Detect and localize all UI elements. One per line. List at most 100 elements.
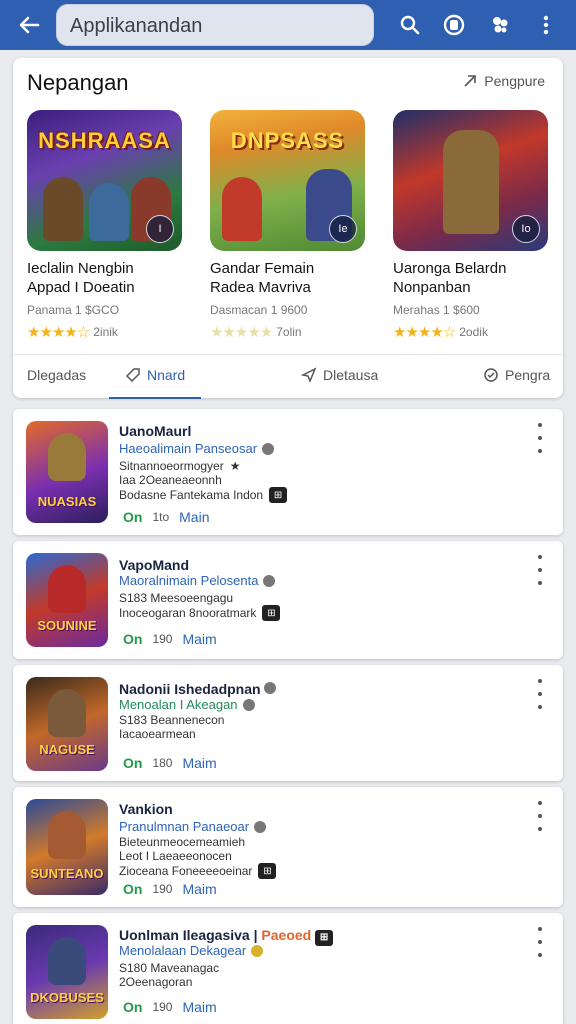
- verified-icon: [263, 574, 276, 587]
- tab-dlegadas[interactable]: Dlegadas: [27, 367, 86, 383]
- verified-icon: [262, 442, 275, 455]
- app-logo: DKOBUSES: [30, 990, 104, 1005]
- install-button[interactable]: On: [123, 999, 142, 1015]
- app-logo: NAGUSE: [39, 742, 95, 757]
- game-thumbnail: NSHRAASA I: [27, 110, 182, 251]
- character-figure: [48, 565, 86, 613]
- game-badge: Ie: [329, 215, 357, 243]
- app-actions: On 190 Maim: [123, 631, 217, 647]
- star-icon: ★: [229, 459, 241, 473]
- app-detail: 2Oeenagoran: [119, 975, 193, 989]
- section-link-label: Pengpure: [484, 73, 545, 89]
- main-link[interactable]: Maim: [182, 631, 216, 647]
- list-item[interactable]: NUASIAS UanoMaurl Haeoalimain Panseosar …: [13, 409, 563, 535]
- app-logo: SUNTEANO: [30, 866, 104, 881]
- chat-icon: [484, 368, 498, 382]
- item-more-button[interactable]: [533, 423, 547, 453]
- featured-game-card[interactable]: DNPSASS Ie Gandar Femain Radea Mavriva Da…: [210, 110, 368, 341]
- app-logo: SOUNINE: [37, 618, 97, 633]
- main-link[interactable]: Maim: [182, 755, 216, 771]
- app-developer: Haeoalimain Panseosar: [119, 441, 275, 456]
- overflow-menu-button[interactable]: [532, 11, 560, 39]
- game-meta: Merahas 1 $600: [393, 303, 480, 317]
- tab-nnard[interactable]: Nnard: [125, 367, 185, 383]
- character-figure: [443, 130, 499, 234]
- app-detail: Bodasne Fantekama Indon ⊞: [119, 487, 288, 503]
- section-link[interactable]: Pengpure: [462, 73, 545, 89]
- item-more-button[interactable]: [533, 927, 547, 957]
- main-link[interactable]: Maim: [182, 881, 216, 897]
- list-item[interactable]: NAGUSE Nadonii Ishedadpnan Menoalan I Ak…: [13, 665, 563, 781]
- game-logo: NSHRAASA: [38, 128, 171, 153]
- app-detail: S183 Meesoeengagu: [119, 591, 234, 605]
- app-icon-image: SOUNINE: [26, 553, 108, 647]
- game-badge: I: [146, 215, 174, 243]
- app-icon-image: NUASIAS: [26, 421, 108, 523]
- featured-section: Nepangan Pengpure NSHRAASA I Ieclalin Ne…: [13, 58, 563, 399]
- install-count: 190: [152, 632, 173, 646]
- section-title: Nepangan: [27, 70, 129, 95]
- item-more-button[interactable]: [533, 555, 547, 585]
- app-actions: On 1to Main: [123, 509, 210, 525]
- app-detail: Inoceogaran 8nooratmark ⊞: [119, 605, 281, 621]
- tab-pengra[interactable]: Pengra: [483, 367, 550, 383]
- app-name: Nadonii Ishedadpnan: [119, 681, 277, 697]
- character-figure: [222, 177, 262, 241]
- verified-icon: [264, 682, 277, 694]
- item-more-button[interactable]: [533, 801, 547, 831]
- character-figure: [48, 937, 86, 985]
- install-count: 190: [152, 882, 173, 896]
- game-rating: ★★★★★ 7olin: [210, 324, 302, 341]
- game-thumbnail: DNPSASS Ie: [210, 110, 365, 251]
- app-detail: Bieteunmeocemeamieh: [119, 835, 246, 849]
- search-input[interactable]: [68, 4, 368, 48]
- game-logo: DNPSASS: [230, 128, 345, 153]
- verified-icon: [242, 698, 255, 711]
- main-link[interactable]: Maim: [182, 999, 216, 1015]
- app-developer: Pranulmnan Panaeoar: [119, 819, 267, 834]
- character-figure: [48, 433, 86, 481]
- tab-dletausa[interactable]: Dletausa: [301, 367, 378, 383]
- character-figure: [48, 689, 86, 737]
- install-button[interactable]: On: [123, 881, 142, 897]
- game-name: Ieclalin Nengbin Appad I Doeatin: [27, 260, 135, 296]
- app-icon-image: NAGUSE: [26, 677, 108, 771]
- app-icon: [443, 14, 465, 36]
- app-actions: On 180 Maim: [123, 755, 217, 771]
- app-detail: Zioceana Foneeeeoeinar ⊞: [119, 863, 277, 879]
- controller-icon: ⊞: [262, 605, 281, 621]
- featured-game-card[interactable]: NSHRAASA I Ieclalin Nengbin Appad I Doeat…: [27, 110, 185, 341]
- top-app-bar: [0, 0, 576, 50]
- game-badge: Io: [512, 215, 540, 243]
- app-detail: Leot I Laeaeeonocen: [119, 849, 232, 863]
- verified-icon: [251, 944, 264, 957]
- app-name: VapoMand: [119, 557, 190, 573]
- app-developer: Maoralnimain Pelosenta: [119, 573, 276, 588]
- game-name: Uaronga Belardn Nonpanban: [393, 260, 507, 296]
- install-button[interactable]: On: [123, 755, 142, 771]
- list-item[interactable]: SOUNINE VapoMand Maoralnimain Pelosenta …: [13, 541, 563, 659]
- install-button[interactable]: On: [123, 509, 142, 525]
- app-developer: Menoalan I Akeagan: [119, 697, 255, 712]
- search-button[interactable]: [396, 11, 424, 39]
- item-more-button[interactable]: [533, 679, 547, 709]
- game-meta: Panama 1 $GCO: [27, 303, 120, 317]
- list-item[interactable]: DKOBUSES Uonlman Ileagasiva | Paeoed ⊞ M…: [13, 913, 563, 1024]
- star-rating-icon: ★★★★☆: [393, 324, 456, 341]
- character-figure: [43, 177, 83, 241]
- featured-game-card[interactable]: Io Uaronga Belardn Nonpanban Merahas 1 $6…: [393, 110, 551, 341]
- character-figure: [89, 183, 129, 241]
- send-icon: [301, 367, 317, 383]
- search-field[interactable]: [56, 4, 374, 48]
- game-rating: ★★★★☆ 2odik: [393, 324, 488, 341]
- back-button[interactable]: [14, 12, 44, 38]
- character-figure: [48, 811, 86, 859]
- list-item[interactable]: SUNTEANO Vankion Pranulmnan Panaeoar Bie…: [13, 787, 563, 907]
- app-button[interactable]: [440, 11, 468, 39]
- main-link[interactable]: Main: [179, 509, 209, 525]
- install-button[interactable]: On: [123, 631, 142, 647]
- puzzle-button[interactable]: [486, 11, 514, 39]
- app-icon-image: SUNTEANO: [26, 799, 108, 895]
- app-detail: S183 Beannenecon: [119, 713, 225, 727]
- verified-icon: [254, 820, 267, 833]
